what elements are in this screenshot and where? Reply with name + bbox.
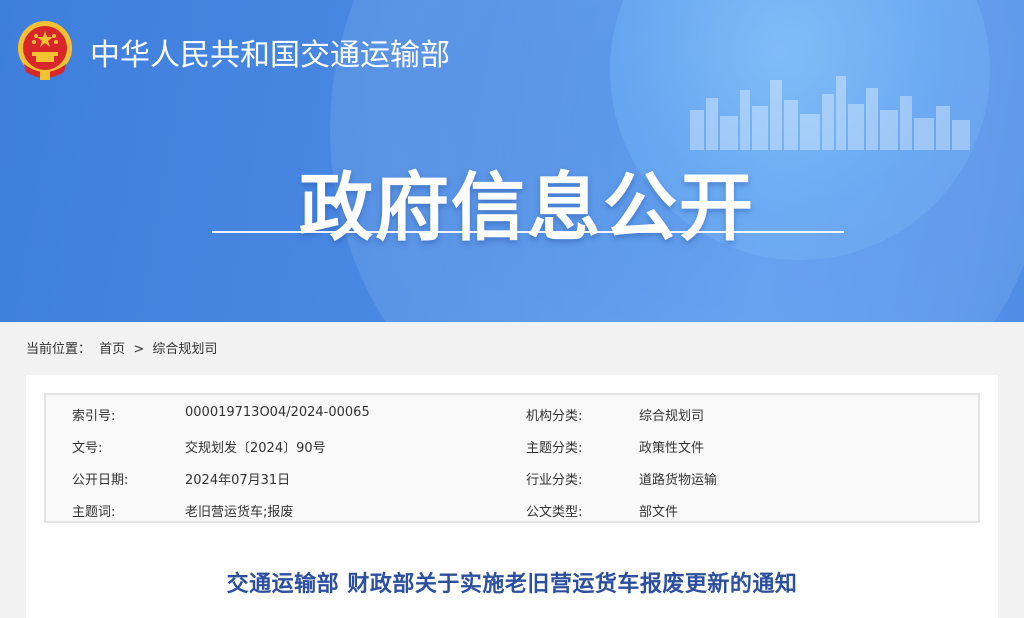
breadcrumb-prefix: 当前位置： [26,342,92,357]
document-type-label: 公文类型: [526,505,583,520]
document-metadata-table: 索引号: 000019713O04/2024-00065 机构分类: 综合规划司… [44,393,980,523]
metadata-row: 公开日期: 2024年07月31日 行业分类: 道路货物运输 [46,461,978,493]
breadcrumb-home-link[interactable]: 首页 [99,342,125,357]
document-number-value: 交规划发〔2024〕90号 [185,441,326,456]
breadcrumb-separator: > [133,342,145,357]
document-type-value: 部文件 [639,505,679,520]
ministry-name[interactable]: 中华人民共和国交通运输部 [90,30,450,74]
metadata-row: 主题词: 老旧营运货车;报废 公文类型: 部文件 [46,493,978,525]
agency-category-label: 机构分类: [526,409,583,424]
index-number-label: 索引号: [72,409,116,424]
header-banner: 中华人民共和国交通运输部 政府信息公开 [0,0,1024,322]
section-title: 政府信息公开 [299,165,755,251]
city-skyline-graphic [690,76,970,150]
title-underline [212,231,844,233]
industry-category-label: 行业分类: [526,473,583,488]
metadata-row: 索引号: 000019713O04/2024-00065 机构分类: 综合规划司 [46,397,978,429]
breadcrumb: 当前位置： 首页 > 综合规划司 [26,338,221,357]
metadata-row: 文号: 交规划发〔2024〕90号 主题分类: 政策性文件 [46,429,978,461]
national-emblem-icon [18,21,72,80]
topic-category-value: 政策性文件 [639,441,705,456]
publish-date-value: 2024年07月31日 [185,473,291,488]
document-number-label: 文号: [72,441,103,456]
index-number-value: 000019713O04/2024-00065 [185,405,370,420]
breadcrumb-current-link[interactable]: 综合规划司 [152,342,217,357]
document-title: 交通运输部 财政部关于实施老旧营运货车报废更新的通知 [226,572,798,597]
industry-category-value: 道路货物运输 [639,473,718,488]
keywords-value: 老旧营运货车;报废 [185,505,294,520]
publish-date-label: 公开日期: [72,473,129,488]
topic-category-label: 主题分类: [526,441,583,456]
agency-category-value: 综合规划司 [639,409,705,424]
keywords-label: 主题词: [72,505,116,520]
